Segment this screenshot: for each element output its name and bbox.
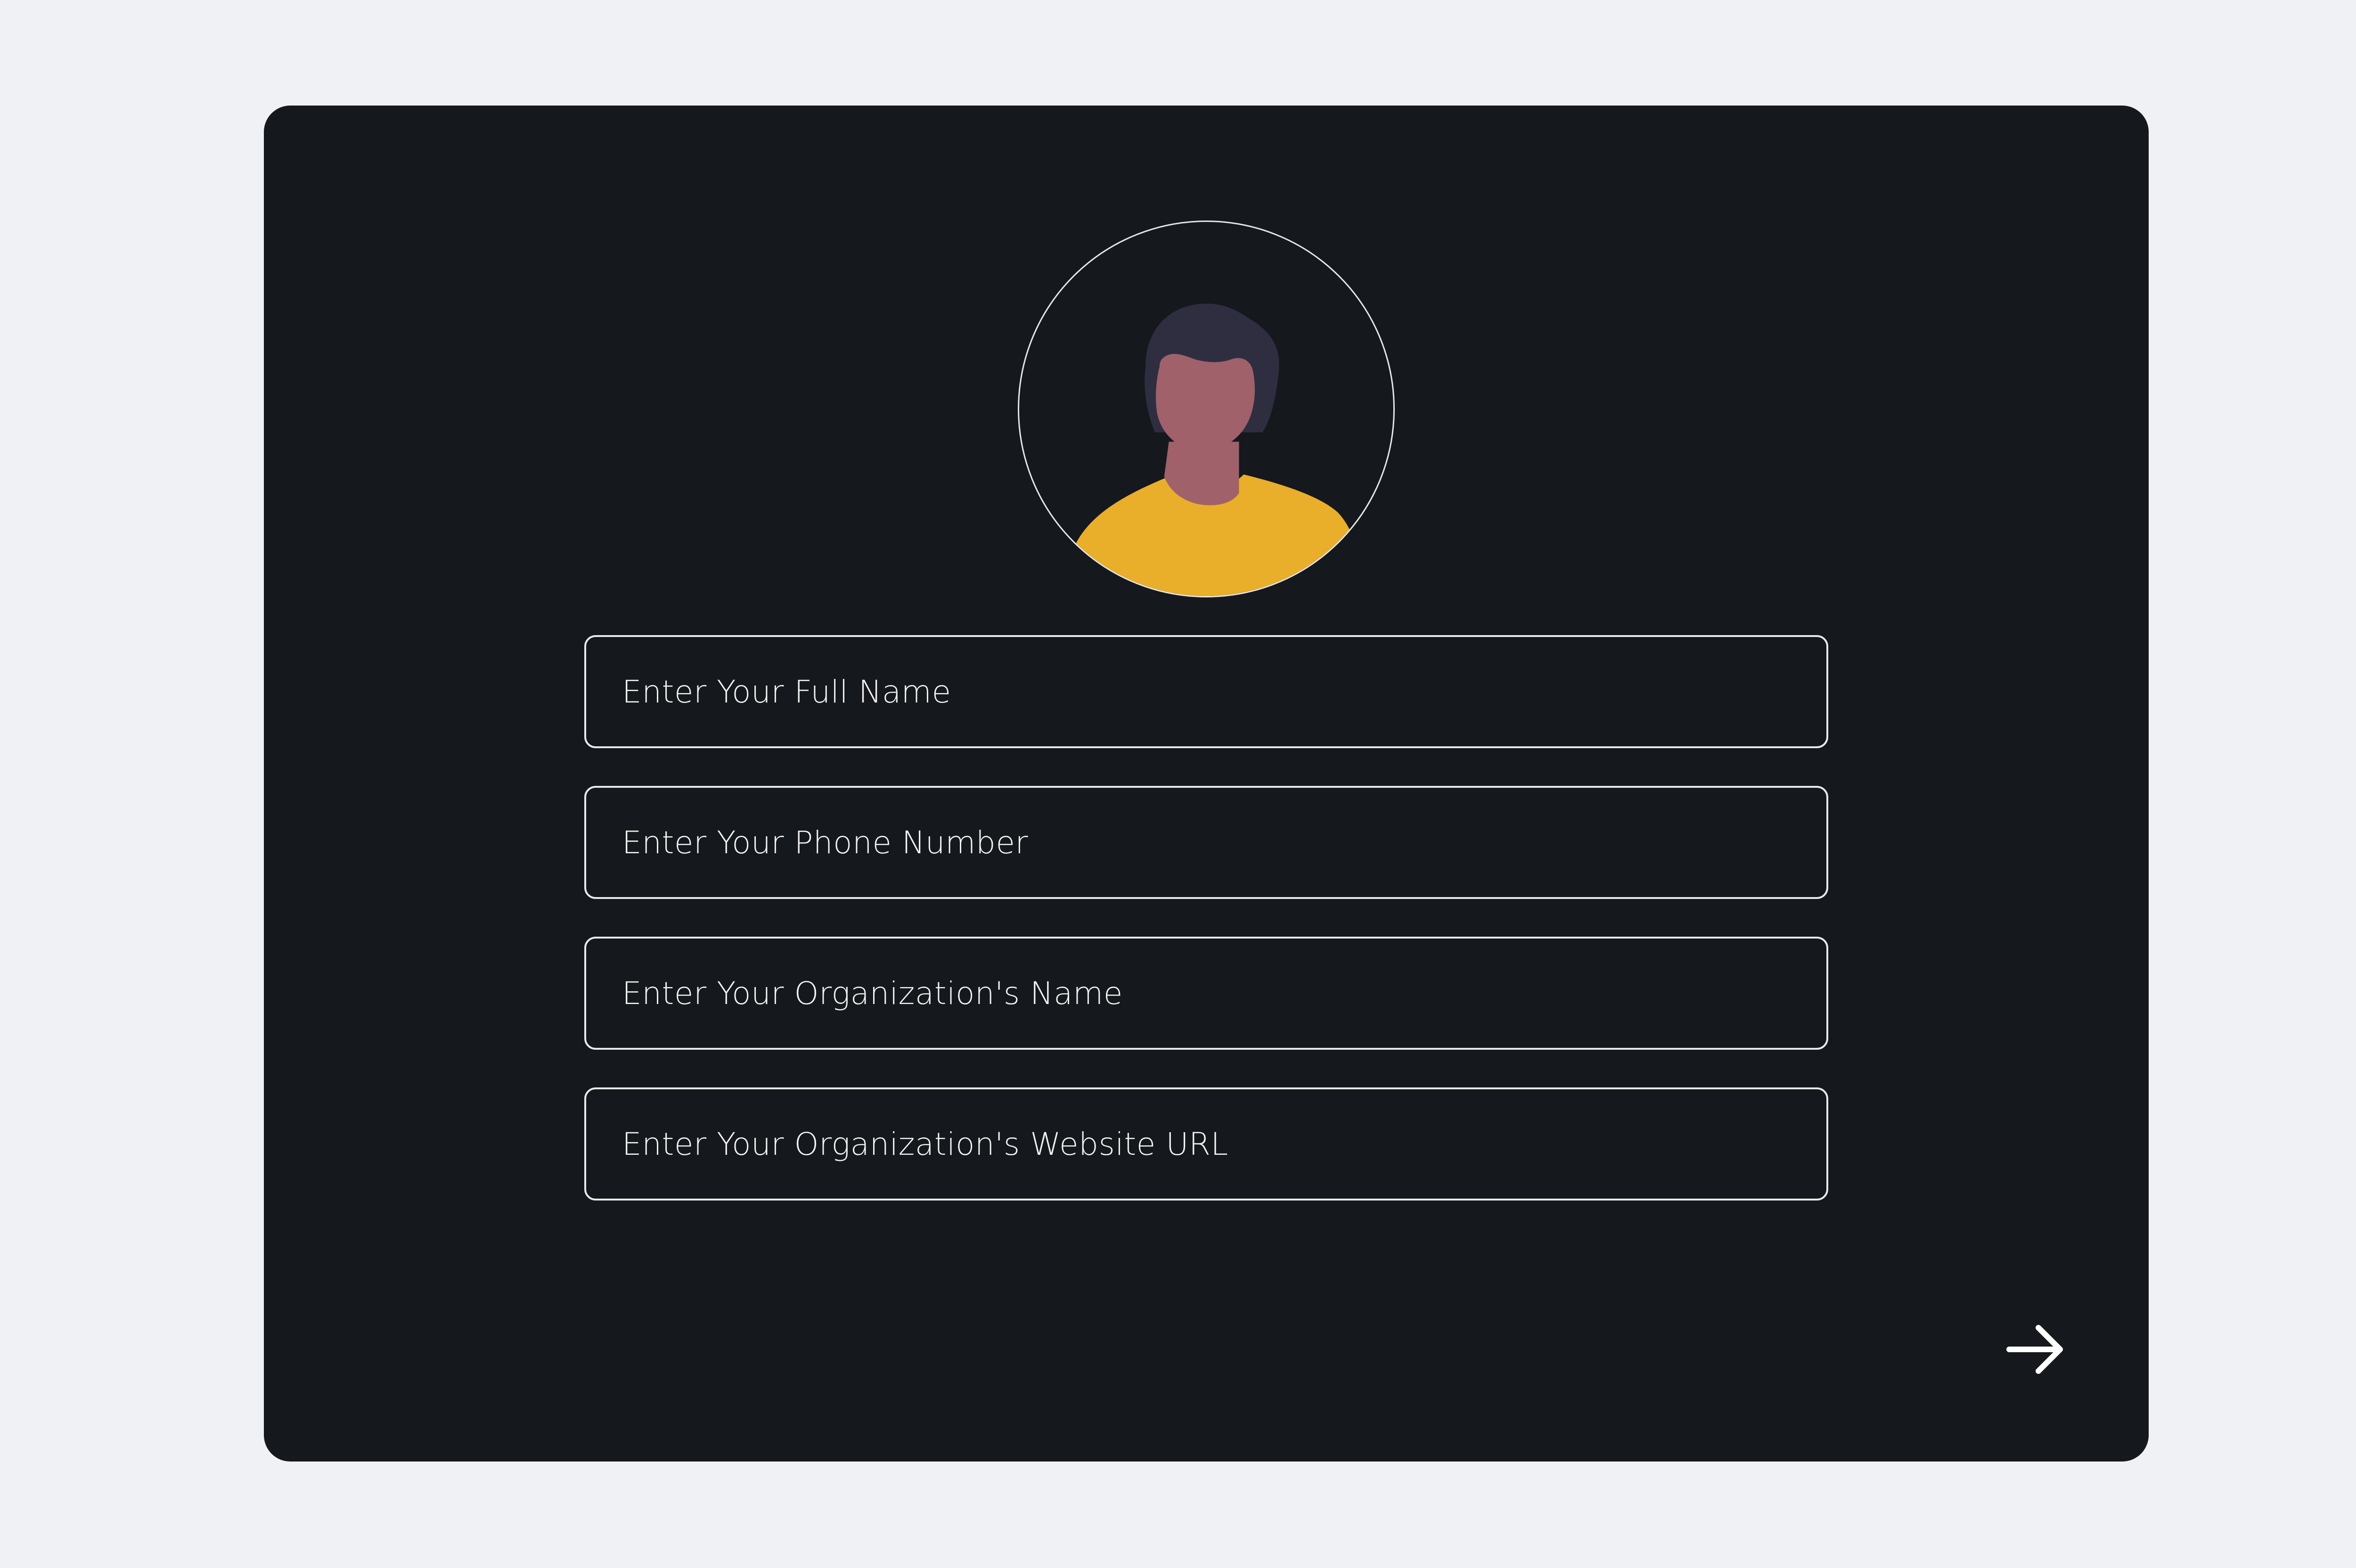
arrow-right-icon [2006,1325,2063,1374]
phone-number-input[interactable]: Enter Your Phone Number [584,786,1828,899]
next-button[interactable] [1988,1302,2083,1396]
phone-number-placeholder: Enter Your Phone Number [622,824,1029,861]
full-name-placeholder: Enter Your Full Name [622,673,951,710]
organization-name-placeholder: Enter Your Organization's Name [622,975,1123,1012]
user-avatar-icon [1066,303,1356,596]
organization-website-placeholder: Enter Your Organization's Website URL [622,1126,1228,1162]
organization-website-input[interactable]: Enter Your Organization's Website URL [584,1087,1828,1200]
organization-name-input[interactable]: Enter Your Organization's Name [584,937,1828,1050]
avatar[interactable] [1018,220,1395,597]
profile-form-card: Enter Your Full Name Enter Your Phone Nu… [264,106,2149,1462]
full-name-input[interactable]: Enter Your Full Name [584,635,1828,748]
